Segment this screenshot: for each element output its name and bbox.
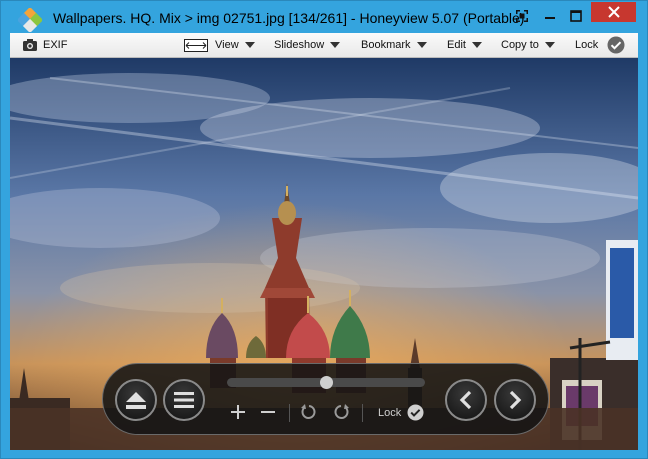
app-window: Wallpapers. HQ. Mix > img 02751.jpg [134… (0, 0, 648, 459)
camera-icon (23, 39, 37, 51)
eject-button[interactable] (115, 379, 157, 421)
view-label: View (215, 39, 239, 51)
copy-to-label: Copy to (501, 39, 539, 51)
exif-button[interactable]: EXIF (23, 33, 67, 57)
divider (289, 404, 290, 422)
close-icon (607, 6, 620, 18)
plus-icon (231, 405, 245, 419)
view-menu[interactable]: View (184, 33, 255, 57)
toolbar: EXIF View Slideshow Bookmark Edit Copy t… (10, 33, 638, 58)
rotate-right-icon (334, 404, 349, 419)
chevron-down-icon (416, 42, 427, 48)
exif-label: EXIF (43, 39, 68, 51)
lock-label: Lock (575, 39, 599, 51)
bookmark-label: Bookmark (361, 39, 411, 51)
divider (362, 404, 363, 422)
lock-toggle[interactable]: Lock (575, 33, 625, 57)
rotate-left-button[interactable] (300, 403, 318, 421)
zoom-out-button[interactable] (259, 403, 277, 421)
eject-icon (126, 392, 146, 409)
check-circle-icon (607, 36, 625, 54)
menu-button[interactable] (163, 379, 205, 421)
title-bar[interactable]: Wallpapers. HQ. Mix > img 02751.jpg [134… (1, 1, 647, 33)
app-logo-icon (18, 8, 42, 32)
window-title: Wallpapers. HQ. Mix > img 02751.jpg [134… (53, 10, 525, 26)
chevron-down-icon (544, 42, 555, 48)
fullscreen-icon (516, 10, 528, 22)
next-button[interactable] (494, 379, 536, 421)
close-button[interactable] (591, 2, 636, 22)
check-circle-icon[interactable] (407, 404, 424, 421)
position-slider-thumb[interactable] (320, 376, 333, 389)
edit-label: Edit (447, 39, 466, 51)
maximize-button[interactable] (563, 1, 589, 31)
hamburger-menu-icon (174, 392, 194, 408)
maximize-icon (570, 10, 582, 22)
fullscreen-button[interactable] (509, 1, 535, 31)
minus-icon (261, 411, 275, 413)
previous-button[interactable] (445, 379, 487, 421)
slideshow-menu[interactable]: Slideshow (274, 33, 341, 57)
chevron-down-icon (330, 42, 341, 48)
chevron-right-icon (509, 390, 522, 410)
chevron-left-icon (459, 390, 472, 410)
rotate-right-button[interactable] (332, 403, 350, 421)
zoom-in-button[interactable] (229, 403, 247, 421)
fit-screen-icon (184, 38, 208, 52)
edit-menu[interactable]: Edit (447, 33, 482, 57)
chevron-down-icon (244, 42, 255, 48)
minimize-button[interactable] (537, 1, 563, 31)
bookmark-menu[interactable]: Bookmark (361, 33, 427, 57)
lock-label[interactable]: Lock (378, 407, 401, 419)
slideshow-label: Slideshow (274, 39, 325, 51)
chevron-down-icon (471, 42, 482, 48)
image-viewer[interactable]: Lock (10, 58, 638, 450)
rotate-left-icon (301, 404, 316, 419)
navigation-control-bar: Lock (102, 363, 549, 435)
minimize-icon (545, 17, 555, 19)
copy-to-menu[interactable]: Copy to (501, 33, 555, 57)
